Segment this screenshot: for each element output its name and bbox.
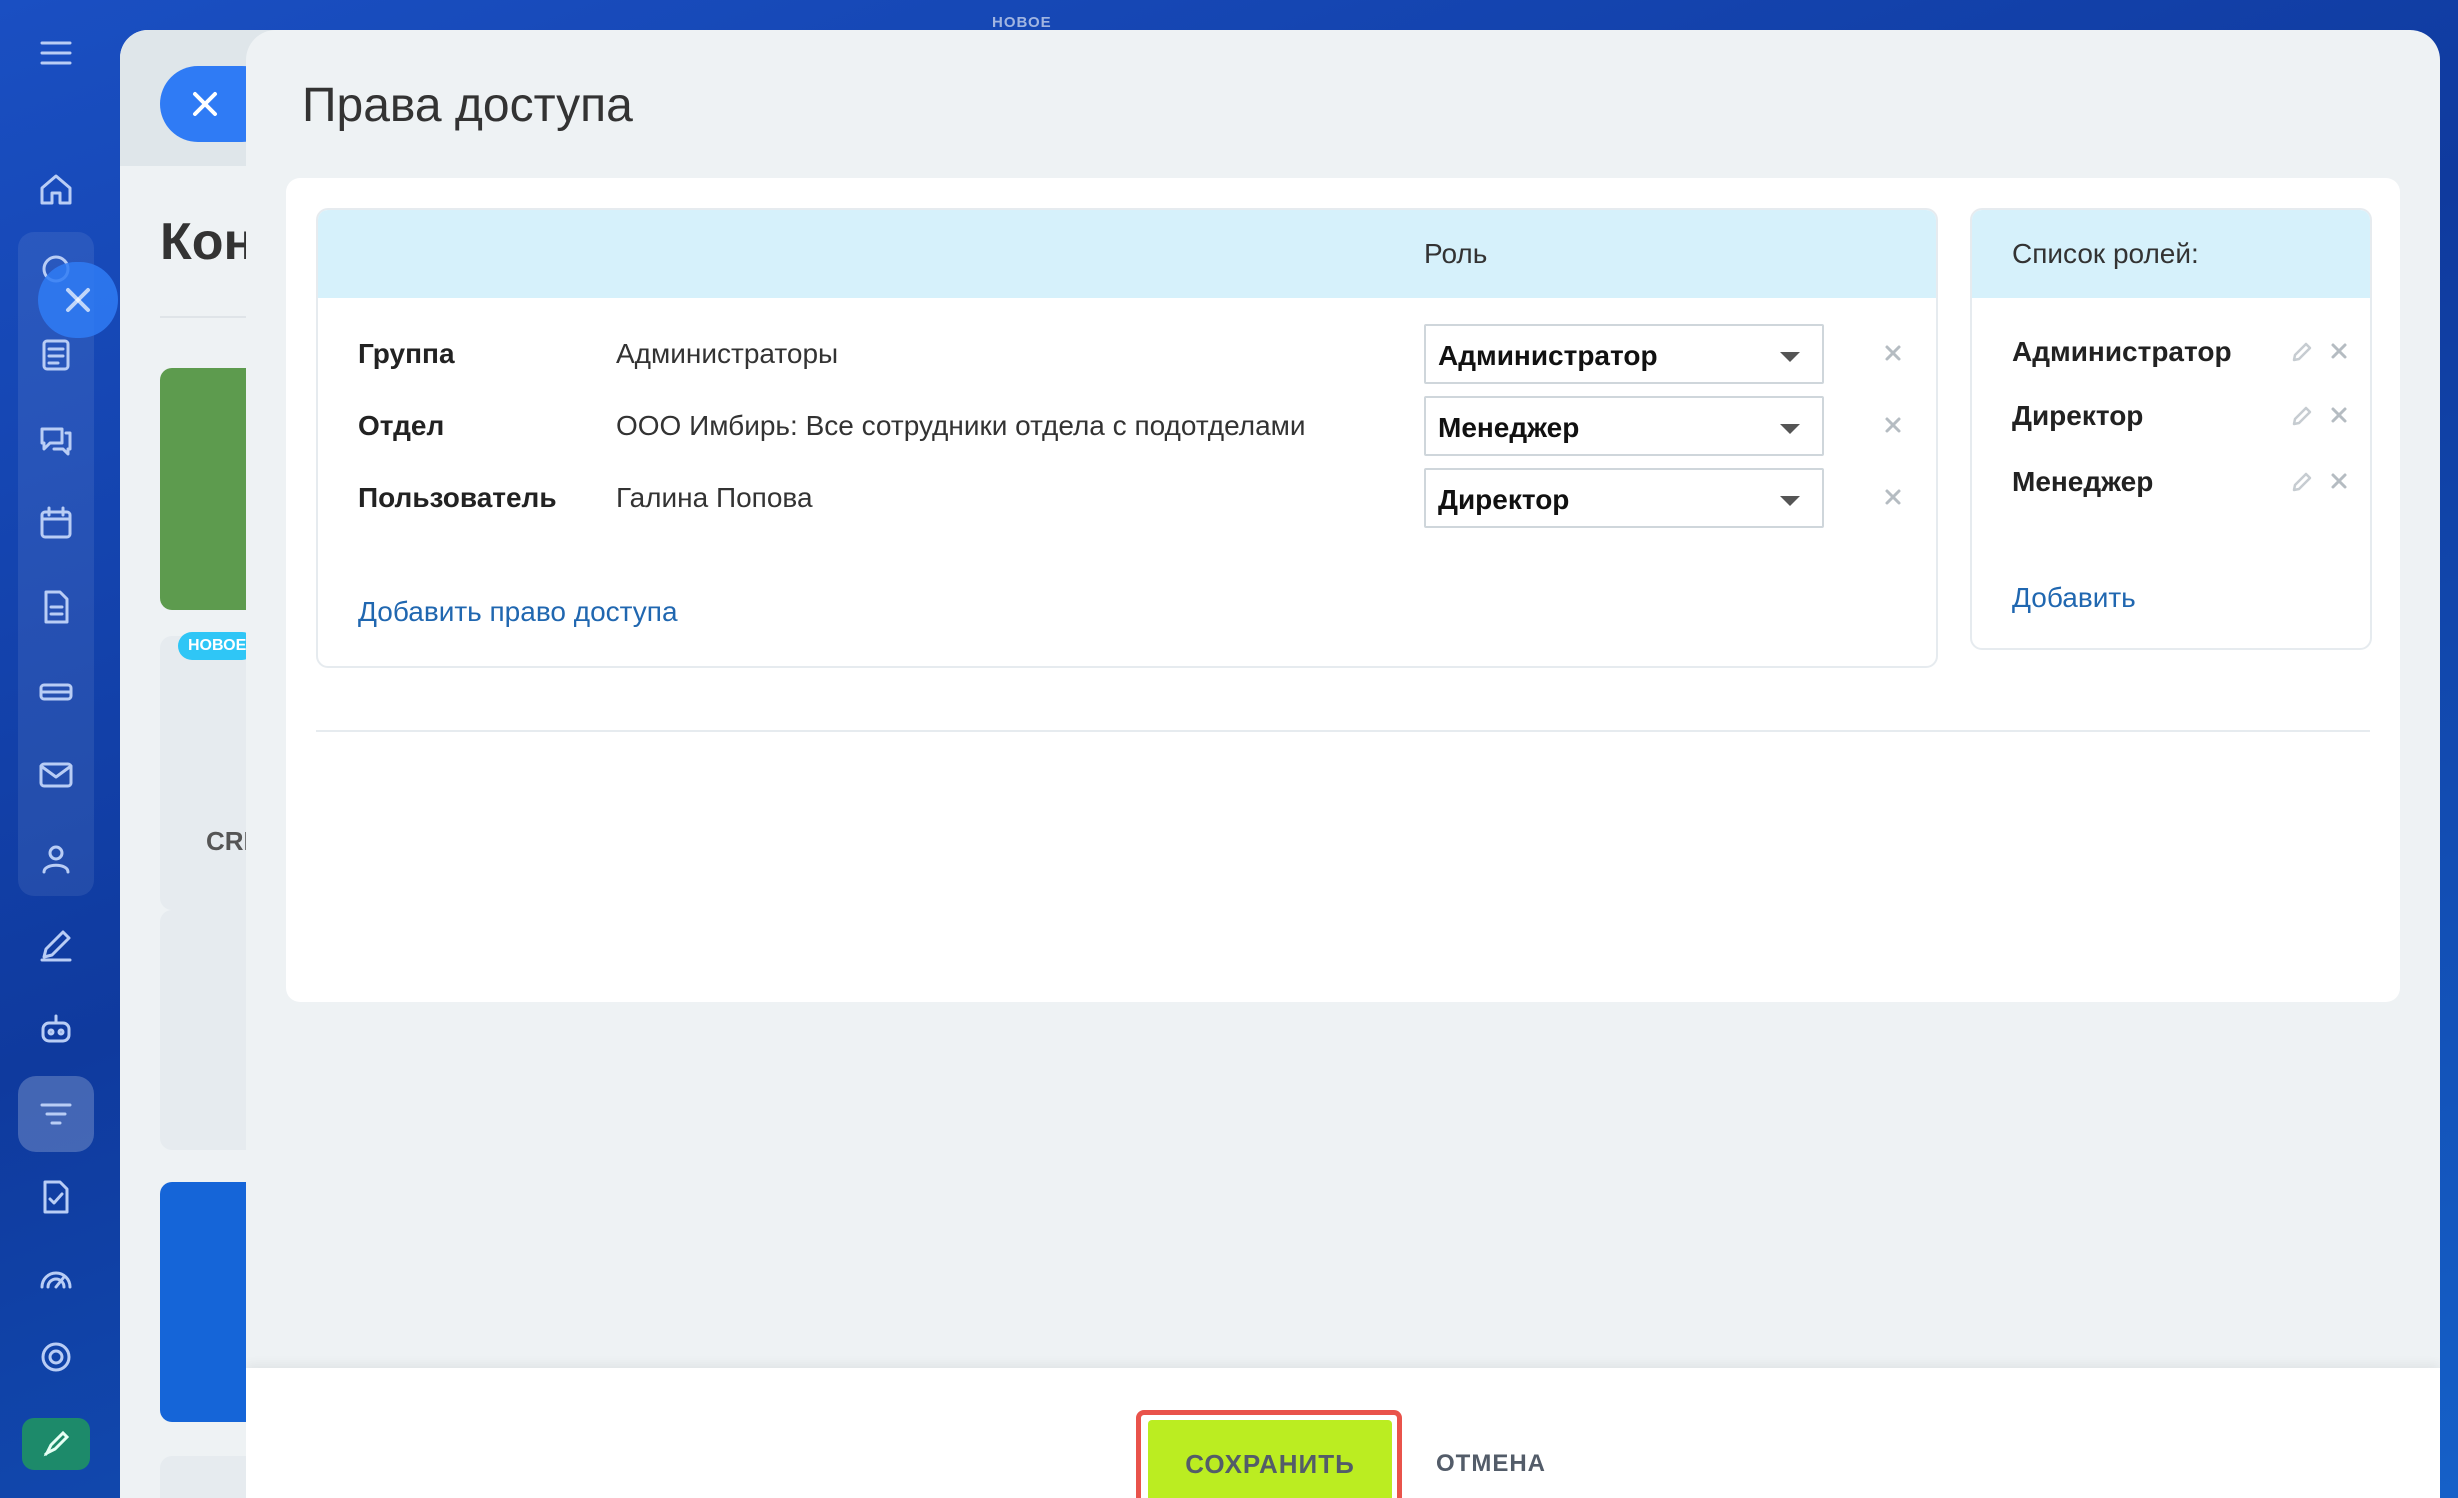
permission-name: Администраторы bbox=[616, 338, 839, 369]
sign-icon[interactable] bbox=[27, 916, 85, 974]
roles-list-title: Список ролей: bbox=[2012, 238, 2199, 269]
add-permission-link[interactable]: Добавить право доступа bbox=[358, 596, 678, 628]
home-icon[interactable] bbox=[27, 160, 85, 218]
contacts-icon[interactable] bbox=[27, 830, 85, 888]
left-sidebar bbox=[0, 0, 112, 1498]
remove-permission-button[interactable] bbox=[1880, 340, 1906, 366]
calendar-icon[interactable] bbox=[27, 494, 85, 552]
permission-type: Группа bbox=[358, 338, 455, 369]
pencil-icon[interactable] bbox=[2290, 470, 2314, 494]
role-name: Директор bbox=[2012, 400, 2144, 431]
close-icon bbox=[2331, 407, 2347, 423]
close-icon bbox=[2331, 343, 2347, 359]
permission-name: Галина Попова bbox=[616, 482, 813, 513]
role-item: Менеджер bbox=[1972, 462, 2370, 502]
permission-row: Пользователь Галина Попова Директор bbox=[318, 468, 1936, 528]
close-icon bbox=[2331, 473, 2347, 489]
close-icon bbox=[1885, 417, 1901, 433]
cancel-button[interactable]: ОТМЕНА bbox=[1424, 1420, 1558, 1498]
role-name: Администратор bbox=[2012, 336, 2232, 367]
chat-icon[interactable] bbox=[27, 410, 85, 468]
role-select-value: Администратор bbox=[1438, 340, 1658, 371]
filter-icon[interactable] bbox=[27, 1085, 85, 1143]
chevron-down-icon bbox=[1780, 496, 1800, 506]
page-title: Права доступа bbox=[302, 79, 633, 132]
menu-icon[interactable] bbox=[27, 24, 85, 82]
permission-row: Группа Администраторы Администратор bbox=[318, 324, 1936, 384]
permissions-table: Роль Группа Администраторы Администратор… bbox=[316, 208, 1938, 668]
pencil-icon[interactable] bbox=[2290, 340, 2314, 364]
roles-list-header: Список ролей: bbox=[1972, 210, 2370, 298]
role-select[interactable]: Менеджер bbox=[1424, 396, 1824, 456]
close-icon bbox=[1885, 489, 1901, 505]
role-select[interactable]: Директор bbox=[1424, 468, 1824, 528]
chevron-down-icon bbox=[1780, 424, 1800, 434]
role-select-value: Менеджер bbox=[1438, 412, 1580, 443]
divider bbox=[316, 730, 2370, 732]
delete-role-button[interactable] bbox=[2328, 470, 2350, 492]
chevron-down-icon bbox=[1780, 352, 1800, 362]
remove-permission-button[interactable] bbox=[1880, 484, 1906, 510]
mail-icon[interactable] bbox=[27, 746, 85, 804]
close-icon bbox=[1885, 345, 1901, 361]
access-rights-slider: Права доступа Роль Группа Администраторы… bbox=[246, 30, 2440, 1498]
save-button[interactable]: СОХРАНИТЬ bbox=[1148, 1420, 1392, 1498]
roles-list-panel: Список ролей: Администратор Директор Мен… bbox=[1970, 208, 2372, 650]
role-column-header: Роль bbox=[1424, 238, 1488, 269]
role-item: Администратор bbox=[1972, 332, 2370, 372]
content-panel: Роль Группа Администраторы Администратор… bbox=[286, 178, 2400, 1002]
role-select[interactable]: Администратор bbox=[1424, 324, 1824, 384]
permission-name: ООО Имбирь: Все сотрудники отдела с подо… bbox=[616, 410, 1306, 441]
robot-icon[interactable] bbox=[27, 1000, 85, 1058]
role-select-value: Директор bbox=[1438, 484, 1570, 515]
background-page-title: Кон bbox=[160, 213, 255, 271]
delete-role-button[interactable] bbox=[2328, 340, 2350, 362]
role-item: Директор bbox=[1972, 396, 2370, 436]
tasks-icon[interactable] bbox=[27, 1168, 85, 1226]
analytics-icon[interactable] bbox=[27, 1248, 85, 1306]
add-role-link[interactable]: Добавить bbox=[2012, 582, 2136, 614]
role-name: Менеджер bbox=[2012, 466, 2154, 497]
drive-icon[interactable] bbox=[27, 662, 85, 720]
permission-type: Пользователь bbox=[358, 482, 557, 513]
close-ghost-button bbox=[38, 262, 118, 338]
new-badge: НОВОЕ bbox=[178, 632, 257, 660]
new-label-top: НОВОЕ bbox=[992, 14, 1052, 31]
pencil-icon[interactable] bbox=[2290, 404, 2314, 428]
docs-icon[interactable] bbox=[27, 578, 85, 636]
background-crm-text: CRI bbox=[206, 826, 251, 856]
permissions-header: Роль bbox=[318, 210, 1936, 298]
close-icon bbox=[193, 92, 217, 116]
rocket-icon[interactable] bbox=[22, 1418, 90, 1470]
footer-bar: СОХРАНИТЬ ОТМЕНА bbox=[246, 1368, 2440, 1498]
remove-permission-button[interactable] bbox=[1880, 412, 1906, 438]
permission-type: Отдел bbox=[358, 410, 445, 441]
settings-icon[interactable] bbox=[27, 1328, 85, 1386]
permission-row: Отдел ООО Имбирь: Все сотрудники отдела … bbox=[318, 396, 1936, 456]
delete-role-button[interactable] bbox=[2328, 404, 2350, 426]
